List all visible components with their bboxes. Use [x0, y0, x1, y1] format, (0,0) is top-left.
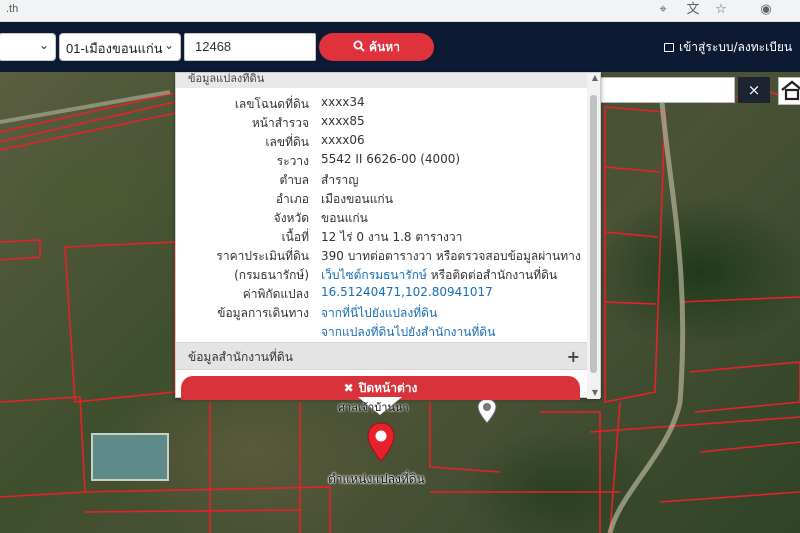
account-icon[interactable]: ◉ — [758, 2, 774, 18]
info-label: ตำบล — [279, 173, 309, 187]
browser-bar: .th ⌖ 文 ☆ ◉ — [0, 0, 800, 22]
info-row: ระวาง 5542 II 6626-00 (4000) — [176, 152, 588, 171]
info-row: หน้าสำรวจ xxxx85 — [176, 114, 588, 133]
lock-icon — [664, 43, 674, 52]
land-office-section-label: ข้อมูลสำนักงานที่ดิน — [188, 350, 293, 364]
map-pin-icon[interactable] — [477, 398, 497, 424]
search-button[interactable]: ค้นหา — [319, 33, 434, 61]
info-value: xxxx34 — [321, 95, 365, 109]
translate-icon[interactable]: 文 — [685, 2, 701, 18]
parcel-info-panel: ข้อมูลแปลงที่ดิน เลขโฉนดที่ดิน xxxx34 หน… — [175, 72, 601, 400]
info-label: เนื้อที่ — [281, 230, 309, 244]
info-label: หน้าสำรวจ — [251, 116, 309, 130]
info-label: จังหวัด — [273, 211, 309, 225]
info-row: ราคาประเมินที่ดิน 390 บาทต่อตารางวา หรือ… — [176, 247, 588, 266]
panel-scrollbar[interactable]: ▲ ▼ — [587, 73, 600, 399]
location-pin-icon — [367, 422, 395, 462]
info-label: ข้อมูลการเดินทาง — [217, 306, 309, 320]
location-icon[interactable]: ⌖ — [655, 2, 671, 18]
chevron-down-icon: ⌄ — [38, 38, 49, 52]
directions-to-parcel-link[interactable]: จากที่นี่ไปยังแปลงที่ดิน — [321, 304, 437, 323]
info-value: 12 ไร่ 0 งาน 1.8 ตารางวา — [321, 230, 463, 244]
scroll-thumb[interactable] — [590, 95, 597, 373]
info-value: 5542 II 6626-00 (4000) — [321, 152, 461, 166]
info-value-rest: หรือติดต่อสำนักงานที่ดิน — [426, 268, 558, 282]
info-row: อำเภอ เมืองขอนแก่น — [176, 190, 588, 209]
parcel-number-input[interactable]: 12468 — [184, 33, 316, 61]
parcel-marker-icon[interactable] — [367, 422, 395, 466]
info-row: จากแปลงที่ดินไปยังสำนักงานที่ดิน — [176, 323, 588, 342]
search-button-label: ค้นหา — [369, 40, 400, 54]
info-value: สำราญ — [321, 173, 359, 187]
shrine-label: ศาลเจ้าบ้านนา — [338, 401, 409, 414]
info-row: ตำบล สำราญ — [176, 171, 588, 190]
info-label: ระวาง — [276, 154, 309, 168]
panel-header: ข้อมูลแปลงที่ดิน — [176, 73, 588, 88]
info-value: เมืองขอนแก่น — [321, 192, 393, 206]
info-value: xxxx85 — [321, 114, 365, 128]
close-window-label: ปิดหน้าต่าง — [358, 381, 418, 395]
login-link[interactable]: เข้าสู่ระบบ/ลงทะเบียน — [664, 38, 792, 57]
star-icon[interactable]: ☆ — [713, 2, 729, 18]
info-row: ข้อมูลการเดินทาง จากที่นี่ไปยังแปลงที่ดิ… — [176, 304, 588, 323]
url-text[interactable]: .th — [6, 3, 18, 15]
info-label: (กรมธนารักษ์) — [234, 268, 309, 282]
clear-search-button[interactable]: × — [738, 77, 770, 103]
info-label: ค่าพิกัดแปลง — [242, 287, 309, 301]
info-value: เว็บไซต์กรมธนารักษ์ หรือติดต่อสำนักงานที… — [321, 266, 557, 285]
info-row: จังหวัด ขอนแก่น — [176, 209, 588, 228]
directions-to-office-link[interactable]: จากแปลงที่ดินไปยังสำนักงานที่ดิน — [321, 323, 495, 342]
province-select[interactable]: ⌄ — [0, 33, 56, 61]
info-value: 390 บาทต่อตารางวา หรือตรวจสอบข้อมูลผ่านท… — [321, 249, 581, 263]
parcel-location-label: ตำแหน่งแปลงที่ดิน — [328, 472, 425, 486]
info-row: เลขที่ดิน xxxx06 — [176, 133, 588, 152]
close-icon: ✖ — [343, 381, 354, 395]
info-label: อำเภอ — [275, 192, 309, 206]
search-icon — [353, 40, 365, 52]
info-row: (กรมธนารักษ์) เว็บไซต์กรมธนารักษ์ หรือติ… — [176, 266, 588, 285]
coordinates-link[interactable]: 16.51240471,102.80941017 — [321, 285, 493, 299]
info-row: เลขโฉนดที่ดิน xxxx34 — [176, 95, 588, 114]
app-toolbar: ⌄ 01-เมืองขอนแก่น ⌄ 12468 ค้นหา เข้าสู่ร… — [0, 22, 800, 72]
info-label: เลขที่ดิน — [265, 135, 309, 149]
chevron-down-icon: ⌄ — [163, 38, 174, 52]
info-value: xxxx06 — [321, 133, 365, 147]
info-row: เนื้อที่ 12 ไร่ 0 งาน 1.8 ตารางวา — [176, 228, 588, 247]
scroll-up-icon[interactable]: ▲ — [592, 73, 598, 82]
treasury-website-link[interactable]: เว็บไซต์กรมธนารักษ์ — [321, 268, 427, 282]
home-icon — [781, 80, 800, 101]
poi-pin-icon — [477, 398, 497, 424]
expand-icon[interactable]: + — [567, 343, 580, 371]
scroll-down-icon[interactable]: ▼ — [592, 388, 598, 397]
home-button[interactable] — [778, 77, 800, 105]
land-office-section[interactable]: ข้อมูลสำนักงานที่ดิน + — [176, 342, 588, 370]
info-row: ค่าพิกัดแปลง 16.51240471,102.80941017 — [176, 285, 588, 304]
info-value: ขอนแก่น — [321, 211, 368, 225]
info-label: เลขโฉนดที่ดิน — [234, 97, 309, 111]
district-select[interactable]: 01-เมืองขอนแก่น ⌄ — [59, 33, 181, 61]
info-label: ราคาประเมินที่ดิน — [216, 249, 309, 263]
district-select-value: 01-เมืองขอนแก่น — [66, 41, 163, 56]
login-label: เข้าสู่ระบบ/ลงทะเบียน — [679, 40, 793, 54]
